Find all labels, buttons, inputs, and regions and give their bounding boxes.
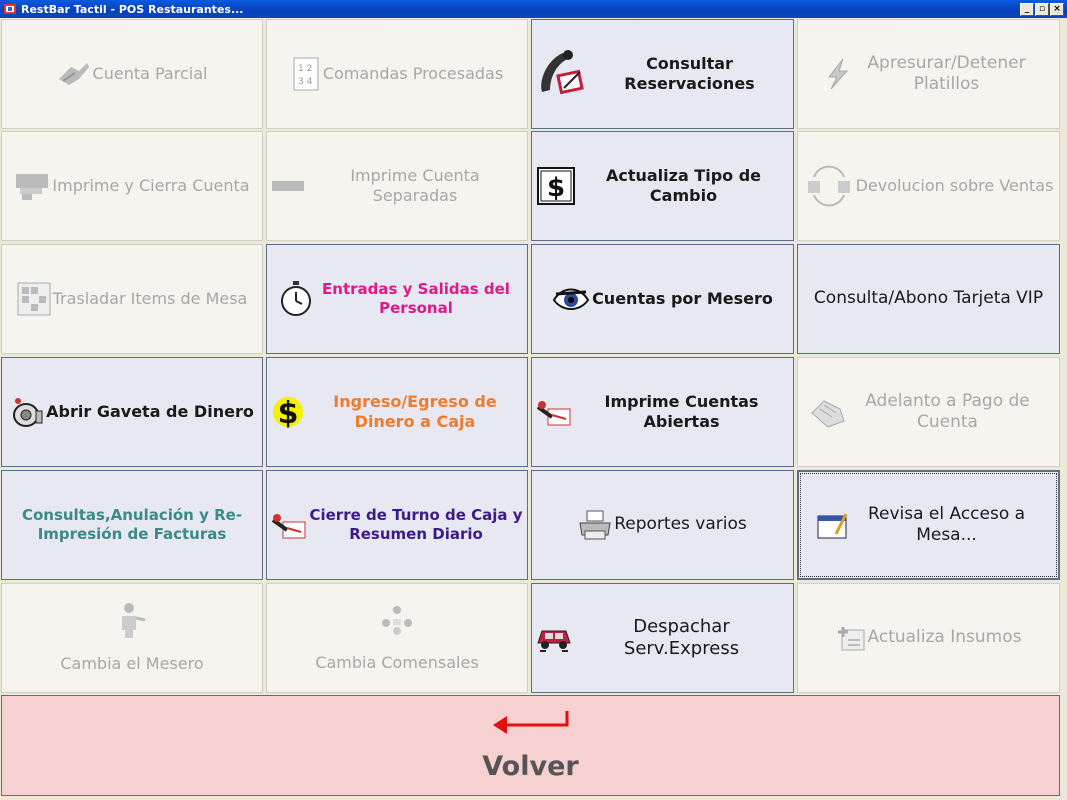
volver-label: Volver xyxy=(482,751,579,782)
money-icon: $ xyxy=(271,394,305,430)
consultar-reservaciones-label: Consultar Reservaciones xyxy=(624,54,755,93)
actualiza-insumos-label: Actualiza Insumos xyxy=(867,627,1022,648)
imprime-abiertas-button[interactable]: Imprime Cuentas Abiertas xyxy=(531,357,794,467)
print-bar-icon xyxy=(271,179,305,193)
register-icon xyxy=(14,170,50,202)
reportes-button[interactable]: Reportes varios xyxy=(531,470,794,580)
abrir-gaveta-button[interactable]: Abrir Gaveta de Dinero xyxy=(1,357,263,467)
cuenta-parcial-label: Cuenta Parcial xyxy=(92,64,208,83)
hand-icon xyxy=(57,59,91,89)
cuentas-mesero-button[interactable]: Cuentas por Mesero xyxy=(531,244,794,354)
apresurar-button[interactable]: Apresurar/Detener Platillos xyxy=(797,19,1060,129)
despachar-label: Despachar Serv.Express xyxy=(623,615,740,660)
window-title: RestBar Tactil - POS Restaurantes... xyxy=(21,2,244,16)
comandas-procesadas-button[interactable]: 1 23 4 Comandas Procesadas xyxy=(266,19,528,129)
car-icon xyxy=(536,621,572,655)
adelanto-button[interactable]: Adelanto a Pago de Cuenta xyxy=(797,357,1060,467)
notebook-pen-icon xyxy=(816,510,850,540)
actualiza-insumos-button[interactable]: Actualiza Insumos xyxy=(797,583,1060,693)
window-titlebar: RestBar Tactil - POS Restaurantes... _ ▫… xyxy=(0,0,1067,18)
close-icon: × xyxy=(1053,3,1061,14)
restore-icon: ▫ xyxy=(1038,3,1046,14)
actualiza-cambio-button[interactable]: $ Actualiza Tipo de Cambio xyxy=(531,131,794,241)
trasladar-label: Trasladar Items de Mesa xyxy=(52,289,248,308)
writing-hand-icon-2 xyxy=(271,510,307,540)
close-button[interactable]: × xyxy=(1050,2,1064,16)
imprime-cierra-button[interactable]: Imprime y Cierra Cuenta xyxy=(1,131,263,241)
revisa-acceso-label: Revisa el Acceso a Mesa... xyxy=(867,503,1026,545)
comandas-procesadas-label: Comandas Procesadas xyxy=(322,64,504,83)
revisa-acceso-button[interactable]: Revisa el Acceso a Mesa... xyxy=(797,470,1060,580)
consultas-facturas-label: Consultas,Anulación y Re-Impresión de Fa… xyxy=(21,506,243,543)
svg-text:3 4: 3 4 xyxy=(298,77,313,87)
imprime-separadas-label: Imprime Cuenta Separadas xyxy=(350,166,480,205)
cambia-mesero-label: Cambia el Mesero xyxy=(60,654,204,673)
apresurar-label: Apresurar/Detener Platillos xyxy=(867,52,1026,94)
waiter-icon xyxy=(117,602,147,640)
volver-button[interactable]: Volver xyxy=(1,695,1060,796)
group-people-icon xyxy=(379,603,415,639)
imprime-cierra-label: Imprime y Cierra Cuenta xyxy=(52,176,250,195)
back-arrow-icon xyxy=(491,709,571,743)
imprime-abiertas-label: Imprime Cuentas Abiertas xyxy=(604,392,759,431)
cuenta-parcial-button[interactable]: Cuenta Parcial xyxy=(1,19,263,129)
consultas-facturas-button[interactable]: Consultas,Anulación y Re-Impresión de Fa… xyxy=(1,470,263,580)
trasladar-button[interactable]: Trasladar Items de Mesa xyxy=(1,244,263,354)
devolucion-label: Devolucion sobre Ventas xyxy=(855,176,1054,195)
cambia-mesero-button[interactable]: Cambia el Mesero xyxy=(1,583,263,693)
add-list-icon xyxy=(836,624,866,652)
tarjeta-vip-button[interactable]: Consulta/Abono Tarjeta VIP xyxy=(797,244,1060,354)
cambia-comensales-label: Cambia Comensales xyxy=(315,653,479,672)
minimize-icon: _ xyxy=(1024,3,1030,14)
app-icon xyxy=(4,4,16,14)
cuentas-mesero-label: Cuentas por Mesero xyxy=(592,289,773,308)
stopwatch-icon xyxy=(278,280,314,318)
ingreso-egreso-label: Ingreso/Egreso de Dinero a Caja xyxy=(333,392,497,431)
eye-icon xyxy=(552,284,590,314)
entradas-salidas-button[interactable]: Entradas y Salidas del Personal xyxy=(266,244,528,354)
cash-drawer-icon xyxy=(10,395,44,429)
printer-icon xyxy=(578,509,612,541)
svg-text:$: $ xyxy=(278,396,299,430)
despachar-button[interactable]: Despachar Serv.Express xyxy=(531,583,794,693)
restore-button[interactable]: ▫ xyxy=(1035,2,1049,16)
function-grid: Cuenta Parcial 1 23 4 Comandas Procesada… xyxy=(0,18,1067,694)
numbers-icon: 1 23 4 xyxy=(291,57,321,91)
table-grid-icon xyxy=(17,282,51,316)
phone-reservation-icon xyxy=(536,48,588,100)
tarjeta-vip-label: Consulta/Abono Tarjeta VIP xyxy=(813,288,1044,309)
cambia-comensales-button[interactable]: Cambia Comensales xyxy=(266,583,528,693)
entradas-salidas-label: Entradas y Salidas del Personal xyxy=(322,280,510,317)
writing-hand-icon xyxy=(536,397,572,427)
reportes-label: Reportes varios xyxy=(614,514,747,535)
ingreso-egreso-button[interactable]: $ Ingreso/Egreso de Dinero a Caja xyxy=(266,357,528,467)
cierre-turno-label: Cierre de Turno de Caja y Resumen Diario xyxy=(309,506,523,543)
abrir-gaveta-label: Abrir Gaveta de Dinero xyxy=(46,402,254,421)
minimize-button[interactable]: _ xyxy=(1020,2,1034,16)
imprime-separadas-button[interactable]: Imprime Cuenta Separadas xyxy=(266,131,528,241)
svg-text:$: $ xyxy=(547,173,565,203)
svg-text:1 2: 1 2 xyxy=(298,64,312,74)
payment-hand-icon xyxy=(810,395,846,429)
adelanto-label: Adelanto a Pago de Cuenta xyxy=(865,390,1030,432)
lightning-icon xyxy=(821,57,855,91)
devolucion-button[interactable]: Devolucion sobre Ventas xyxy=(797,131,1060,241)
dollar-sign-icon: $ xyxy=(536,166,576,206)
consultar-reservaciones-button[interactable]: Consultar Reservaciones xyxy=(531,19,794,129)
actualiza-cambio-label: Actualiza Tipo de Cambio xyxy=(605,166,762,205)
exchange-icon xyxy=(804,165,854,207)
cierre-turno-button[interactable]: Cierre de Turno de Caja y Resumen Diario xyxy=(266,470,528,580)
